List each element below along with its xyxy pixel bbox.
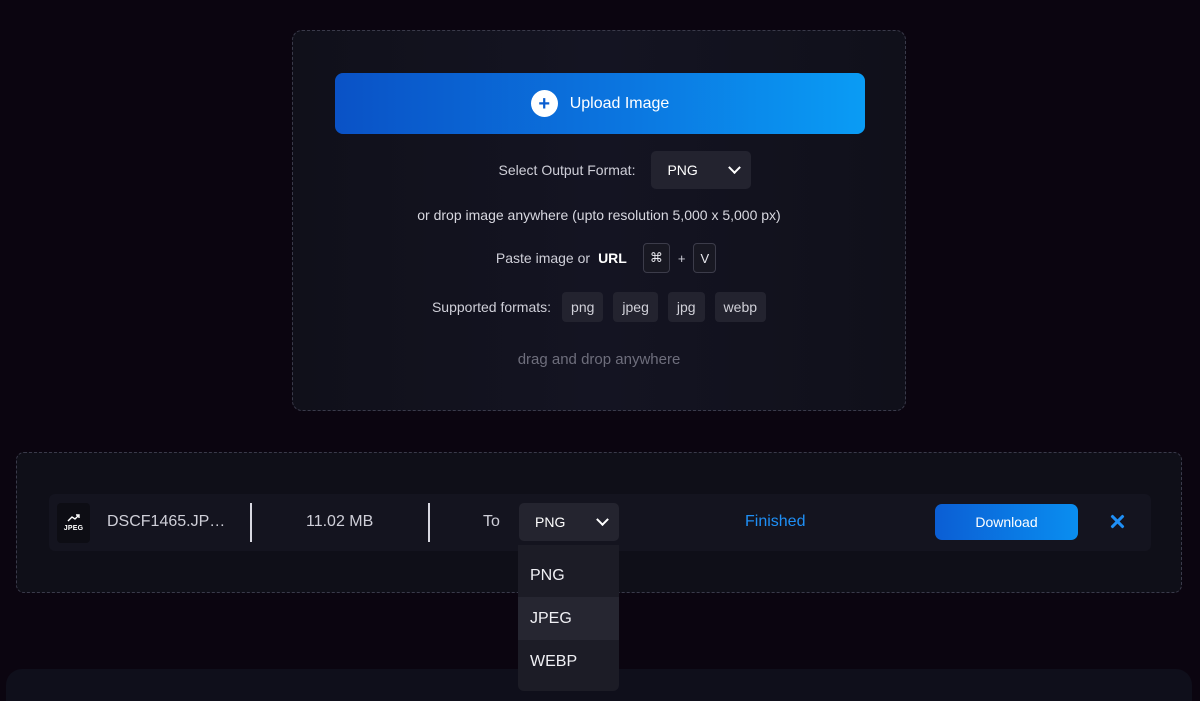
file-size: 11.02 MB	[306, 513, 374, 530]
file-icon-ext: JPEG	[63, 525, 84, 532]
supported-formats-row: Supported formats: png jpeg jpg webp	[293, 292, 905, 322]
dropdown-option-jpeg[interactable]: JPEG	[518, 597, 619, 640]
shortcut-plus: +	[677, 250, 686, 266]
download-label: Download	[975, 514, 1038, 530]
trend-up-icon	[67, 514, 80, 522]
chevron-down-icon	[596, 512, 609, 526]
paste-row: Paste image or URL ⌘ + V	[293, 242, 905, 274]
format-chip-jpg: jpg	[667, 292, 705, 322]
chevron-down-icon	[728, 160, 742, 174]
command-key: ⌘	[642, 243, 670, 273]
format-chip-png: png	[562, 292, 604, 322]
drop-hint-text: or drop image anywhere (upto resolution …	[417, 207, 781, 223]
file-row: JPEG DSCF1465.JP… 11.02 MB To PNG Finish…	[49, 494, 1151, 551]
status-text: Finished	[745, 513, 806, 530]
v-key: V	[693, 243, 717, 273]
format-dropdown-menu: PNG JPEG WEBP	[518, 545, 619, 691]
output-format-row: Select Output Format: PNG	[293, 151, 905, 189]
format-chip-webp: webp	[714, 292, 767, 322]
jpeg-file-icon: JPEG	[57, 503, 90, 543]
output-format-value: PNG	[667, 162, 698, 178]
drop-hint: or drop image anywhere (upto resolution …	[293, 205, 905, 225]
upload-button-label: Upload Image	[569, 94, 670, 112]
format-chip-jpeg: jpeg	[613, 292, 658, 322]
plus-icon: +	[530, 90, 558, 117]
supported-label: Supported formats:	[431, 299, 552, 315]
upload-panel[interactable]: + Upload Image Select Output Format: PNG…	[292, 30, 906, 411]
to-label: To	[483, 513, 500, 530]
drag-hint: drag and drop anywhere	[293, 349, 905, 369]
download-button[interactable]: Download	[935, 504, 1078, 540]
upload-image-button[interactable]: + Upload Image	[335, 73, 865, 134]
paste-url-label: URL	[598, 250, 627, 266]
target-format-value: PNG	[535, 514, 566, 530]
output-format-label: Select Output Format:	[498, 162, 636, 178]
dropdown-option-png[interactable]: PNG	[518, 554, 619, 597]
dropdown-option-webp[interactable]: WEBP	[518, 640, 619, 683]
close-icon[interactable]	[1107, 511, 1127, 533]
drag-hint-text: drag and drop anywhere	[517, 350, 681, 368]
file-name: DSCF1465.JP…	[107, 513, 226, 530]
divider	[250, 503, 252, 542]
paste-label: Paste image or	[495, 250, 591, 266]
target-format-select[interactable]: PNG	[519, 503, 619, 541]
divider	[428, 503, 430, 542]
output-format-select[interactable]: PNG	[651, 151, 752, 189]
